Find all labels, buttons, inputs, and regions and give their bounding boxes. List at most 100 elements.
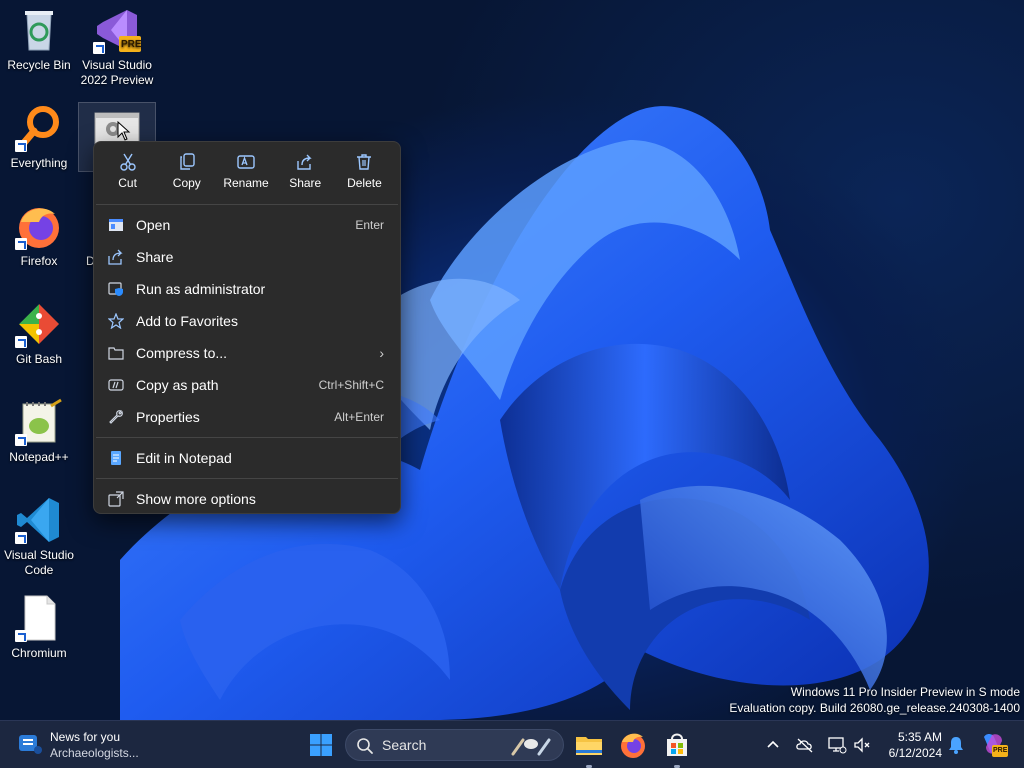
menu-item-run-as-administrator[interactable]: Run as administrator — [94, 273, 400, 305]
chevron-up-icon[interactable] — [763, 735, 783, 755]
shortcut-arrow-icon — [15, 630, 27, 642]
onedrive-offline-icon[interactable] — [795, 735, 815, 755]
notification-bell-icon[interactable] — [946, 735, 966, 755]
volume-muted-icon[interactable] — [852, 735, 872, 755]
desktop-icon-recycle-bin[interactable]: Recycle Bin — [0, 6, 78, 73]
news-subtitle: Archaeologists... — [50, 746, 139, 760]
desktop-icon-label: Git Bash — [15, 352, 63, 366]
menu-item-add-to-favorites[interactable]: Add to Favorites — [94, 305, 400, 337]
menu-item-share[interactable]: Share — [94, 241, 400, 273]
shortcut-arrow-icon — [15, 140, 27, 152]
copy-icon — [180, 153, 195, 170]
recycle-bin-icon — [15, 6, 63, 54]
menu-separator — [96, 204, 398, 205]
chromium-file-icon — [15, 594, 63, 642]
shortcut-arrow-icon — [15, 238, 27, 250]
delete-button[interactable]: Delete — [335, 150, 394, 200]
taskbar-file-explorer[interactable] — [573, 729, 605, 761]
menu-separator — [96, 478, 398, 479]
desktop-icon-visual-studio-2022-preview[interactable]: PRE Visual Studio 2022 Preview — [78, 6, 156, 88]
notepad-icon — [111, 451, 121, 465]
vscode-icon — [15, 496, 63, 544]
network-icon[interactable] — [827, 735, 847, 755]
shield-icon — [108, 282, 123, 296]
menu-item-show-more-options[interactable]: Show more options — [94, 483, 400, 515]
copilot-pre-badge: PRE — [993, 747, 1008, 754]
more-options-icon — [108, 491, 124, 507]
search-placeholder: Search — [382, 737, 427, 753]
taskbar-microsoft-store[interactable] — [661, 729, 693, 761]
context-menu: Cut Copy Rename Share Delete Open Enter … — [93, 141, 401, 514]
firefox-icon — [621, 733, 645, 758]
watermark-line-2: Evaluation copy. Build 26080.ge_release.… — [729, 701, 1020, 715]
menu-item-compress-to[interactable]: Compress to... › — [94, 337, 400, 369]
desktop-icon-label: Firefox — [20, 254, 58, 268]
cut-label: Cut — [118, 176, 137, 190]
star-icon — [108, 313, 124, 329]
menu-separator — [96, 437, 398, 438]
copy-button[interactable]: Copy — [157, 150, 216, 200]
menu-item-shortcut: Alt+Enter — [334, 410, 384, 424]
desktop-icon-visual-studio-code[interactable]: Visual Studio Code — [0, 496, 78, 578]
search-highlight-icon — [511, 738, 551, 756]
copy-label: Copy — [172, 176, 201, 190]
desktop-icon-firefox[interactable]: Firefox — [0, 202, 78, 269]
copilot-preview-button[interactable]: PRE — [978, 729, 1008, 759]
menu-item-label: Run as administrator — [136, 281, 266, 297]
desktop-icon-label: Recycle Bin — [7, 58, 71, 72]
menu-item-label: Edit in Notepad — [136, 450, 232, 466]
share-label: Share — [289, 176, 322, 190]
share-icon — [108, 249, 123, 265]
clock-date: 6/12/2024 — [888, 746, 942, 760]
desktop-icon-notepad-plus-plus[interactable]: Notepad++ — [0, 398, 78, 465]
desktop-icon-everything[interactable]: Everything — [0, 104, 78, 171]
scissors-icon — [119, 153, 136, 171]
desktop[interactable]: Recycle Bin PRE Visual Studio 2022 Previ… — [0, 0, 1024, 720]
news-icon — [19, 735, 42, 754]
share-quick-button[interactable]: Share — [276, 150, 335, 200]
desktop-icon-label: Notepad++ — [9, 450, 69, 464]
context-menu-quick-actions: Cut Copy Rename Share Delete — [94, 142, 400, 200]
firefox-icon — [15, 202, 63, 250]
desktop-icon-label: Everything — [10, 156, 68, 170]
menu-item-label: Copy as path — [136, 377, 219, 393]
archive-icon — [108, 347, 124, 360]
menu-item-properties[interactable]: Properties Alt+Enter — [94, 401, 400, 433]
everything-icon — [15, 104, 63, 152]
visual-studio-preview-icon: PRE — [93, 6, 142, 54]
rename-icon — [237, 155, 255, 169]
taskbar-clock[interactable]: 5:35 AM 6/12/2024 — [880, 729, 942, 761]
pre-badge: PRE — [121, 39, 142, 50]
notepad-plus-plus-icon — [15, 398, 63, 446]
menu-item-shortcut: Ctrl+Shift+C — [318, 378, 384, 392]
taskbar-firefox[interactable] — [617, 729, 649, 761]
cut-button[interactable]: Cut — [98, 150, 157, 200]
chevron-right-icon: › — [379, 345, 384, 361]
rename-button[interactable]: Rename — [216, 150, 275, 200]
search-icon — [357, 738, 373, 754]
store-icon — [667, 733, 687, 756]
menu-item-label: Share — [136, 249, 174, 265]
delete-label: Delete — [347, 176, 382, 190]
desktop-icon-label: Visual Studio 2022 Preview — [80, 58, 154, 87]
shortcut-arrow-icon — [15, 532, 27, 544]
rename-label: Rename — [223, 176, 269, 190]
menu-item-label: Open — [136, 217, 171, 233]
share-icon — [297, 154, 312, 170]
taskbar: News for you Archaeologists... Search 5:… — [0, 720, 1024, 768]
desktop-icon-chromium[interactable]: Chromium — [0, 594, 78, 661]
shortcut-arrow-icon — [15, 434, 27, 446]
start-button[interactable] — [305, 729, 337, 761]
taskbar-search[interactable]: Search — [345, 729, 564, 761]
desktop-icon-label: Visual Studio Code — [4, 548, 74, 577]
path-icon — [108, 379, 124, 391]
desktop-icon-git-bash[interactable]: Git Bash — [0, 300, 78, 367]
menu-item-label: Show more options — [136, 491, 256, 507]
menu-item-open[interactable]: Open Enter — [94, 209, 400, 241]
trash-icon — [357, 154, 372, 170]
shortcut-arrow-icon — [93, 42, 105, 54]
wrench-icon — [109, 410, 123, 424]
menu-item-copy-as-path[interactable]: Copy as path Ctrl+Shift+C — [94, 369, 400, 401]
menu-item-edit-in-notepad[interactable]: Edit in Notepad — [94, 442, 400, 474]
desktop-icon-label: Chromium — [11, 646, 67, 660]
